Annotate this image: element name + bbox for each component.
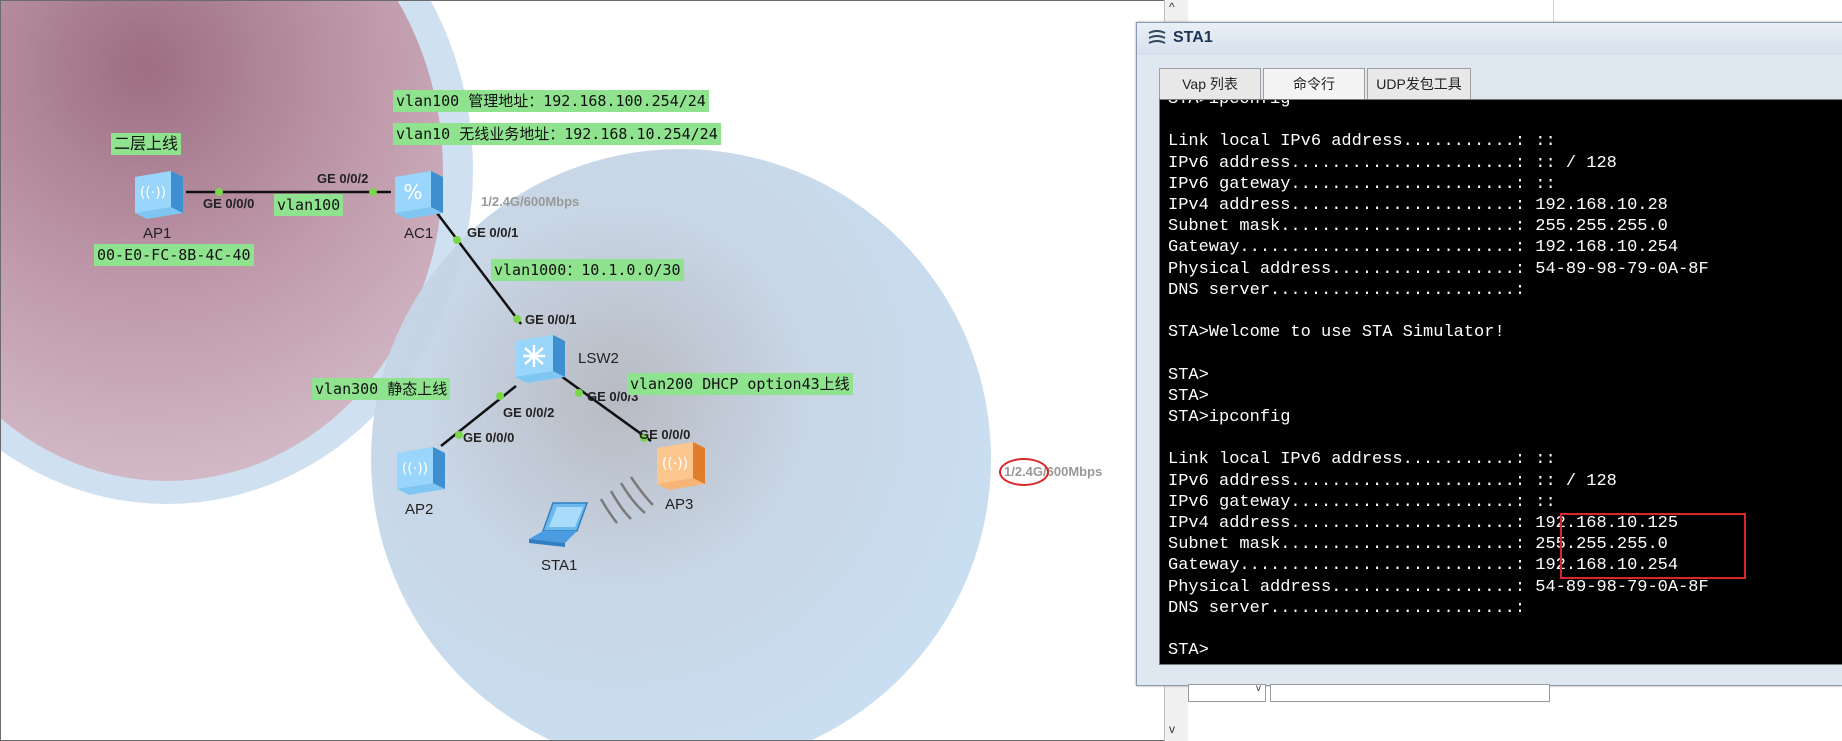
chevron-down-icon: v (1256, 683, 1261, 694)
terminal-line: IPv6 gateway......................: :: (1168, 492, 1556, 512)
port-dot (215, 188, 223, 196)
note-vlan100[interactable]: vlan100 (274, 194, 344, 216)
ap3-label: AP3 (665, 496, 694, 513)
window-bottom-strip: v (1188, 683, 1550, 702)
port-label-ap3-ge000: GE 0/0/0 (639, 427, 691, 442)
terminal-line: Link local IPv6 address...........: :: (1168, 132, 1556, 152)
links-layer (186, 188, 654, 524)
tab-vap-list[interactable]: Vap 列表 (1159, 68, 1261, 99)
terminal-line: STA>ipconfig (1168, 99, 1291, 109)
port-dot (575, 389, 583, 397)
sta1-window[interactable]: STA1 Vap 列表 命令行 UDP发包工具 STA>ipconfig Link… (1136, 22, 1842, 686)
port-dot (369, 188, 377, 196)
svg-text:((·)): ((·)) (402, 461, 428, 477)
note-vlan300[interactable]: vlan300 静态上线 (312, 378, 451, 400)
port-dot (455, 431, 463, 439)
tab-udp-tool[interactable]: UDP发包工具 (1367, 68, 1471, 99)
dropdown-box[interactable]: v (1188, 683, 1266, 702)
terminal-line: IPv6 gateway......................: :: (1168, 174, 1556, 194)
lsw2-label: LSW2 (578, 350, 619, 367)
note-vlan200[interactable]: vlan200 DHCP option43上线 (627, 373, 853, 395)
ap1-label: AP1 (143, 225, 172, 242)
port-label-ap2-ge000: GE 0/0/0 (463, 430, 515, 445)
port-dot (453, 236, 461, 244)
terminal-line: Physical address..................: 54-8… (1168, 577, 1709, 597)
port-label-ac1-ge002: GE 0/0/2 (317, 171, 369, 186)
terminal-line: STA> (1168, 365, 1209, 385)
terminal-line: Subnet mask.......................: 255.… (1168, 217, 1668, 237)
svg-text:%: % (403, 180, 422, 204)
text-field[interactable] (1270, 684, 1550, 702)
terminal-console[interactable]: STA>ipconfig Link local IPv6 address.....… (1159, 99, 1842, 665)
wifi-waves-icon (599, 476, 654, 524)
note-ap1-mac[interactable]: 00-E0-FC-8B-4C-40 (94, 244, 254, 266)
svg-text:((·)): ((·)) (662, 456, 688, 472)
ap3-icon[interactable]: ((·)) (653, 436, 709, 492)
ap2-label: AP2 (405, 501, 434, 518)
sta1-label: STA1 (541, 557, 578, 574)
rate-highlight-circle (999, 458, 1049, 486)
lsw2-icon[interactable] (511, 329, 569, 385)
window-titlebar[interactable]: STA1 (1137, 23, 1842, 55)
terminal-line: STA> (1168, 386, 1209, 406)
port-label-ap1-ge000: GE 0/0/0 (203, 196, 255, 211)
tab-command-line[interactable]: 命令行 (1263, 68, 1365, 99)
ip-highlight-box (1560, 513, 1746, 579)
note-vlan100-mgmt[interactable]: vlan100 管理地址：192.168.100.254/24 (393, 90, 709, 112)
sta-window-icon (1148, 30, 1166, 44)
terminal-line: Link local IPv6 address...........: :: (1168, 450, 1556, 470)
rate-label-ac1: 1/2.4G/600Mbps (481, 194, 580, 209)
terminal-line: STA>ipconfig (1168, 408, 1291, 427)
terminal-line: Physical address..................: 54-8… (1168, 259, 1709, 279)
panel-divider (1553, 0, 1554, 22)
sta1-laptop-icon[interactable] (525, 501, 595, 551)
port-label-lsw2-ge002: GE 0/0/2 (503, 405, 555, 420)
ac1-label: AC1 (404, 225, 434, 242)
terminal-line: DNS server........................: (1168, 598, 1526, 618)
terminal-line: IPv6 address......................: :: /… (1168, 153, 1617, 173)
ap1-icon[interactable]: ((·)) (131, 165, 187, 221)
terminal-line: IPv4 address......................: 192.… (1168, 196, 1668, 215)
port-label-lsw2-ge001: GE 0/0/1 (525, 312, 577, 327)
terminal-line: DNS server........................: (1168, 280, 1526, 300)
ac1-icon[interactable]: % (391, 165, 447, 221)
note-vlan10-wireless[interactable]: vlan10 无线业务地址：192.168.10.254/24 (393, 123, 721, 145)
note-vlan1000[interactable]: vlan1000：10.1.0.0/30 (491, 259, 684, 281)
terminal-line: STA> (1168, 641, 1209, 661)
window-title: STA1 (1173, 29, 1213, 46)
scroll-down-arrow-icon[interactable]: v (1169, 722, 1175, 736)
port-dot (513, 315, 521, 323)
terminal-line: IPv6 address......................: :: /… (1168, 471, 1617, 491)
scroll-up-arrow-icon[interactable]: ^ (1169, 0, 1175, 14)
ap2-icon[interactable]: ((·)) (393, 441, 449, 497)
svg-text:((·)): ((·)) (140, 185, 166, 201)
port-dot (496, 392, 504, 400)
terminal-line: Gateway...........................: 192.… (1168, 238, 1679, 258)
note-l2-online[interactable]: 二层上线 (111, 133, 182, 155)
terminal-line: STA>Welcome to use STA Simulator! (1168, 323, 1505, 343)
port-label-ac1-ge001: GE 0/0/1 (467, 225, 519, 240)
rate-suffix: /600Mbps (1043, 464, 1103, 479)
